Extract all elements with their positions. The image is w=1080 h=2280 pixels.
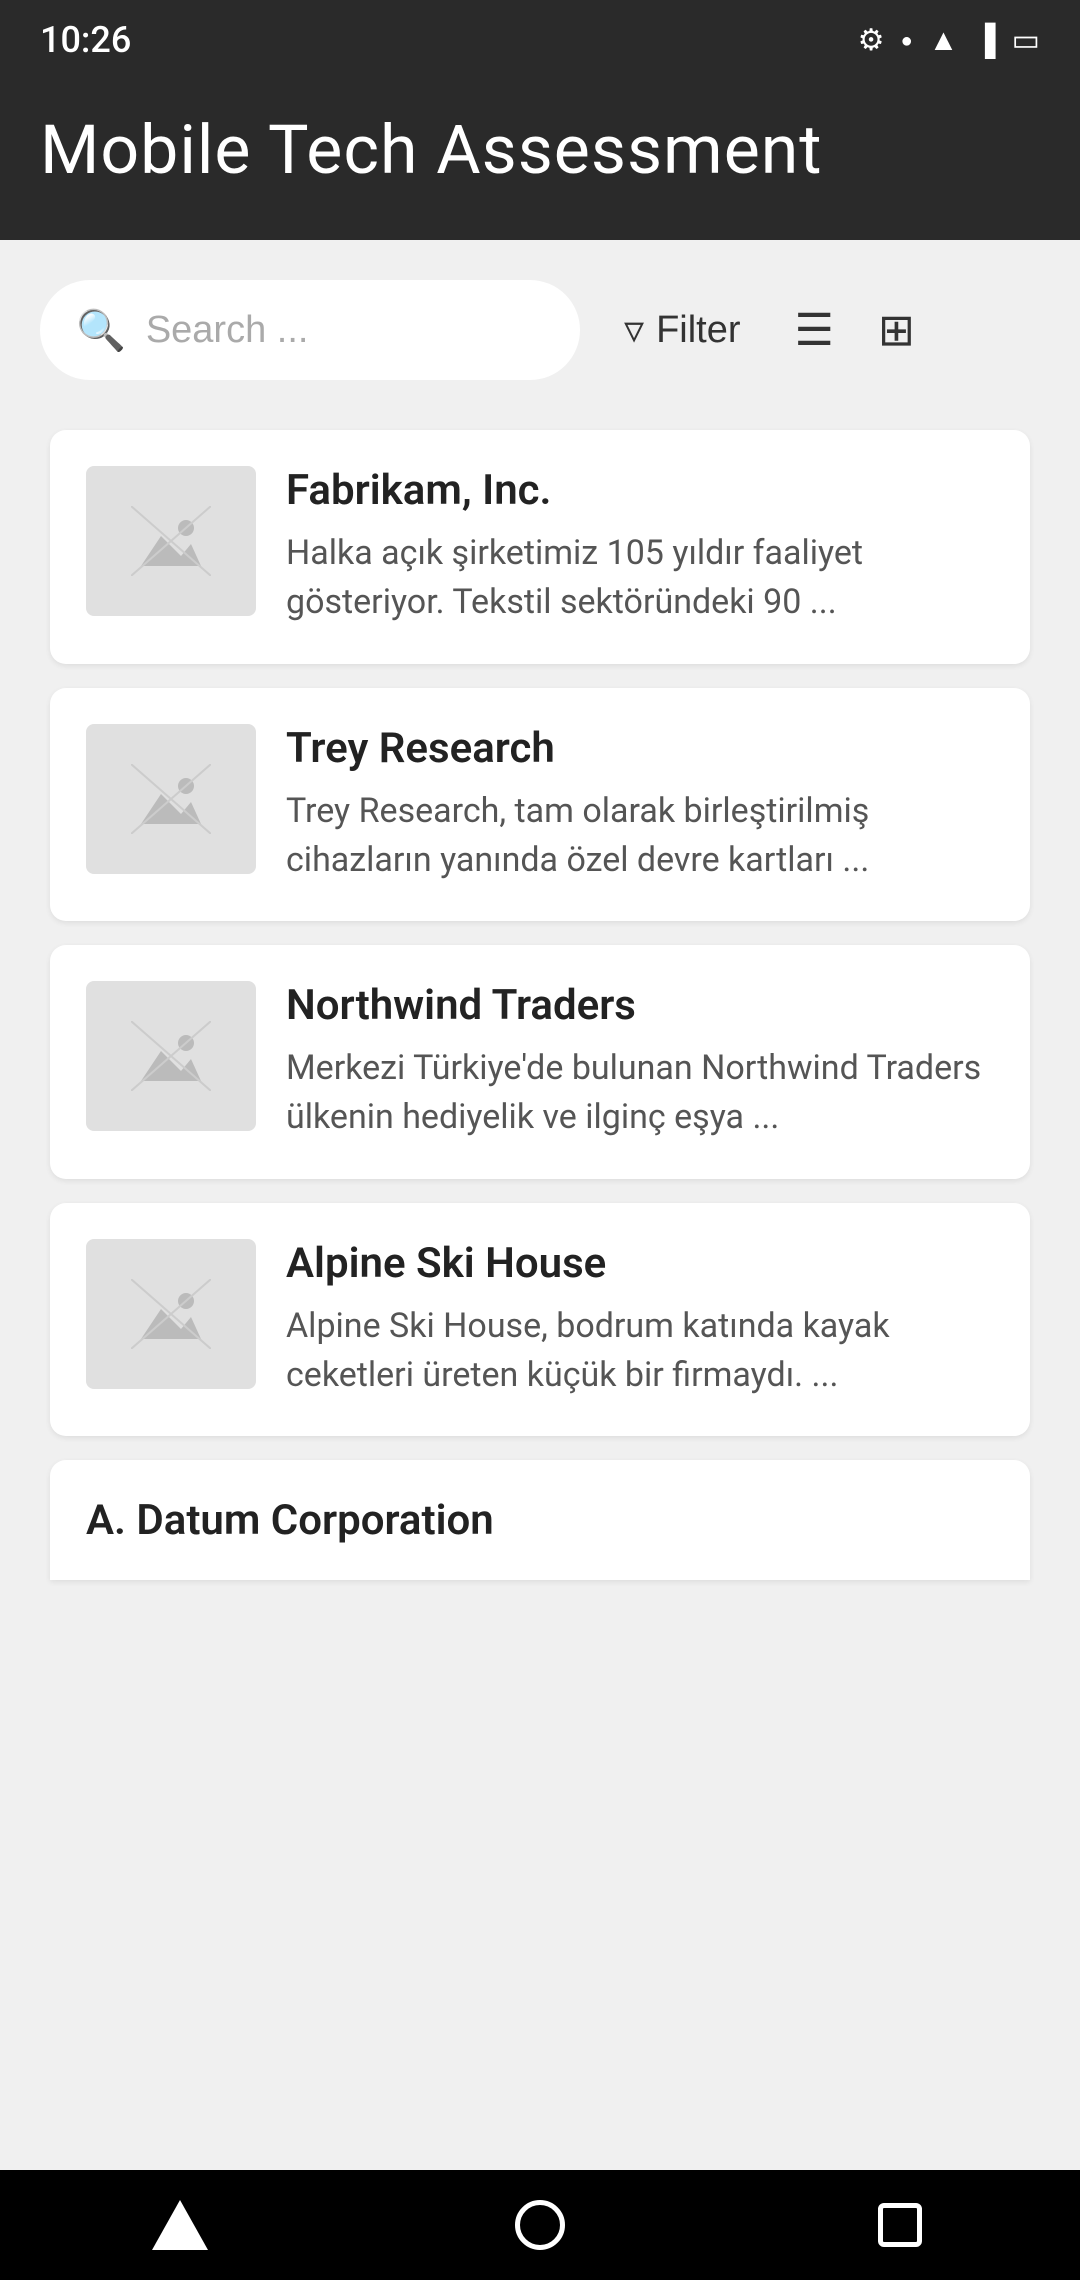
search-box[interactable]: 🔍 xyxy=(40,280,580,380)
filter-button[interactable]: ▿ Filter xyxy=(604,297,761,363)
list-item[interactable]: Alpine Ski House Alpine Ski House, bodru… xyxy=(50,1203,1030,1437)
status-icons: ⚙ ● ▲ ▐ ▭ xyxy=(858,23,1040,58)
recents-button[interactable] xyxy=(850,2185,950,2265)
card-description: Merkezi Türkiye'de bulunan Northwind Tra… xyxy=(286,1044,994,1143)
wifi-icon: ▲ xyxy=(929,23,959,58)
back-button[interactable] xyxy=(130,2185,230,2265)
card-content: Northwind Traders Merkezi Türkiye'de bul… xyxy=(286,981,994,1143)
search-input[interactable] xyxy=(146,309,544,352)
recents-icon xyxy=(878,2203,922,2247)
card-image xyxy=(86,466,256,616)
app-header: Mobile Tech Assessment xyxy=(0,80,1080,240)
grid-view-button[interactable]: ⊞ xyxy=(868,295,925,366)
main-content: 🔍 ▿ Filter ☰ ⊞ xyxy=(0,240,1080,2240)
list-item[interactable]: Northwind Traders Merkezi Türkiye'de bul… xyxy=(50,945,1030,1179)
notification-dot-icon: ● xyxy=(901,28,913,53)
status-bar: 10:26 ⚙ ● ▲ ▐ ▭ xyxy=(0,0,1080,80)
list-view-button[interactable]: ☰ xyxy=(785,295,844,366)
card-title: Northwind Traders xyxy=(286,981,994,1030)
list-item[interactable]: Trey Research Trey Research, tam olarak … xyxy=(50,688,1030,922)
card-image xyxy=(86,981,256,1131)
filter-icon: ▿ xyxy=(624,307,644,353)
cards-container: Fabrikam, Inc. Halka açık şirketimiz 105… xyxy=(40,420,1040,1590)
card-content: Trey Research Trey Research, tam olarak … xyxy=(286,724,994,886)
card-image xyxy=(86,724,256,874)
back-icon xyxy=(152,2200,208,2250)
filter-label: Filter xyxy=(656,309,740,352)
signal-icon: ▐ xyxy=(974,23,995,58)
card-description: Halka açık şirketimiz 105 yıldır faaliye… xyxy=(286,529,994,628)
home-icon xyxy=(515,2200,565,2250)
list-item[interactable]: Fabrikam, Inc. Halka açık şirketimiz 105… xyxy=(50,430,1030,664)
page-title: Mobile Tech Assessment xyxy=(40,110,1040,190)
card-content: Alpine Ski House Alpine Ski House, bodru… xyxy=(286,1239,994,1401)
list-item[interactable]: A. Datum Corporation xyxy=(50,1460,1030,1580)
card-title: A. Datum Corporation xyxy=(86,1496,994,1545)
battery-icon: ▭ xyxy=(1012,23,1040,58)
card-image xyxy=(86,1239,256,1389)
card-title: Trey Research xyxy=(286,724,994,773)
grid-view-icon: ⊞ xyxy=(878,306,915,355)
toolbar: 🔍 ▿ Filter ☰ ⊞ xyxy=(40,280,1040,380)
card-title: Fabrikam, Inc. xyxy=(286,466,994,515)
bottom-navigation xyxy=(0,2170,1080,2280)
search-icon: 🔍 xyxy=(76,307,126,354)
card-description: Alpine Ski House, bodrum katında kayak c… xyxy=(286,1302,994,1401)
card-description: Trey Research, tam olarak birleştirilmiş… xyxy=(286,787,994,886)
status-time: 10:26 xyxy=(40,19,131,61)
home-button[interactable] xyxy=(490,2185,590,2265)
card-content: A. Datum Corporation xyxy=(86,1496,994,1545)
card-title: Alpine Ski House xyxy=(286,1239,994,1288)
settings-icon: ⚙ xyxy=(858,23,885,58)
card-content: Fabrikam, Inc. Halka açık şirketimiz 105… xyxy=(286,466,994,628)
list-view-icon: ☰ xyxy=(795,306,834,355)
